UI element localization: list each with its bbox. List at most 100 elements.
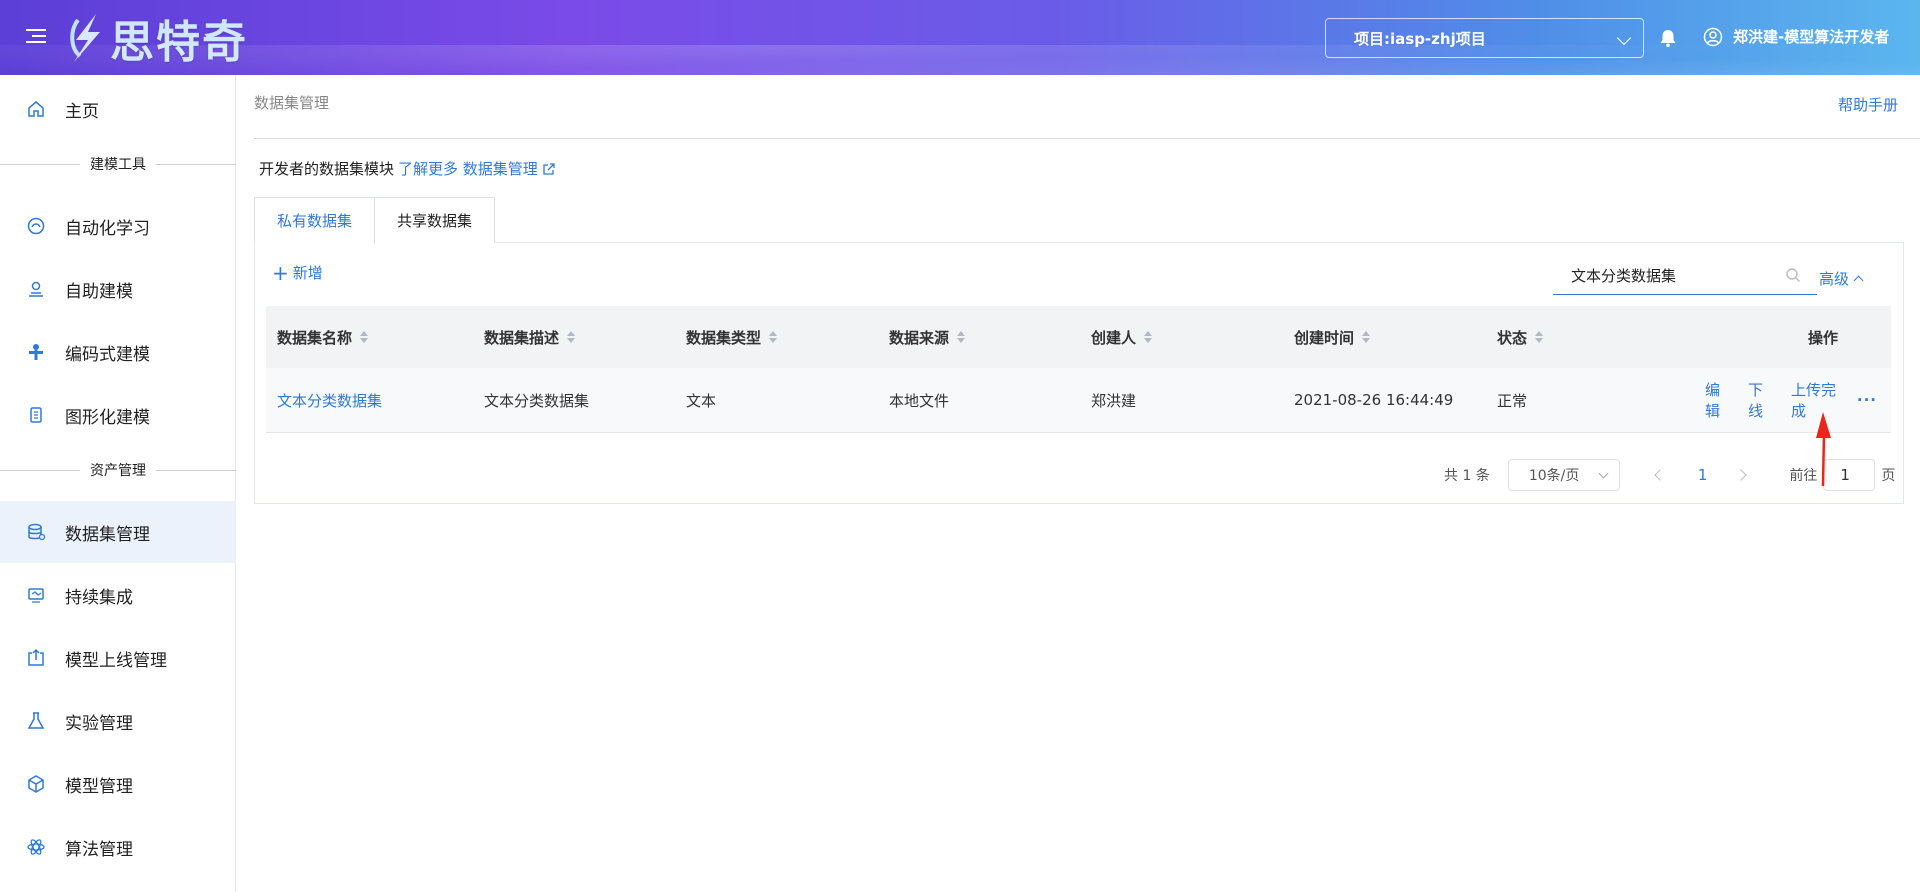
- current-page[interactable]: 1: [1698, 466, 1708, 484]
- dataset-tabs: 私有数据集 共享数据集: [254, 197, 496, 244]
- tab-shared-datasets[interactable]: 共享数据集: [375, 197, 496, 243]
- page-size-value: 10条/页: [1528, 468, 1580, 484]
- advanced-search-toggle[interactable]: 高级: [1819, 268, 1864, 289]
- column-label: 状态: [1497, 328, 1528, 347]
- menu-toggle-icon[interactable]: [26, 29, 46, 45]
- sort-icon[interactable]: [567, 331, 576, 343]
- column-header[interactable]: 状态: [1486, 327, 1689, 348]
- learn-more-label: 了解更多 数据集管理: [398, 160, 538, 178]
- sidebar-group-assets: 资产管理: [0, 460, 236, 480]
- more-actions-icon[interactable]: ···: [1857, 391, 1877, 409]
- column-label: 数据集描述: [484, 328, 560, 347]
- logo-mark-icon: [70, 14, 100, 62]
- graphic-modeling-icon: [26, 405, 46, 425]
- page-unit-label: 页: [1881, 468, 1896, 484]
- sidebar-item-label: 模型上线管理: [65, 650, 167, 671]
- prev-page-icon[interactable]: [1654, 469, 1666, 481]
- advanced-label: 高级: [1819, 270, 1850, 288]
- sort-icon[interactable]: [957, 331, 966, 343]
- next-page-icon[interactable]: [1735, 469, 1748, 481]
- sidebar-item-algorithm-management[interactable]: 算法管理: [0, 816, 236, 878]
- sort-icon[interactable]: [1362, 331, 1371, 343]
- sidebar-item-code-modeling[interactable]: 编码式建模: [0, 321, 236, 383]
- breadcrumb: 数据集管理: [254, 94, 330, 112]
- sidebar-item-auto-learning[interactable]: 自动化学习: [0, 195, 236, 257]
- sidebar-group-label: 建模工具: [90, 157, 146, 173]
- tab-private-datasets[interactable]: 私有数据集: [254, 197, 376, 244]
- column-header[interactable]: 创建时间: [1283, 327, 1486, 348]
- table-row: 文本分类数据集 文本分类数据集 文本 本地文件 郑洪建 2021-08-26 1…: [266, 368, 1891, 433]
- dataset-table: 数据集名称 数据集描述 数据集类型 数据来源 创建人 创建时间 状态 操作 文本…: [266, 306, 1891, 433]
- continuous-integration-icon: [26, 585, 46, 605]
- sidebar: 主页 建模工具 自动化学习 自助建模 编码式建模 图形化建模 资产管理 数据集管…: [0, 75, 236, 892]
- cell-source: 本地文件: [889, 391, 950, 410]
- column-header[interactable]: 数据集类型: [675, 327, 878, 348]
- sidebar-item-model-deployment[interactable]: 模型上线管理: [0, 627, 236, 689]
- sidebar-item-label: 自助建模: [65, 281, 133, 302]
- column-label: 创建时间: [1294, 328, 1355, 347]
- offline-button[interactable]: 下线: [1748, 379, 1775, 421]
- column-label: 创建人: [1091, 328, 1137, 347]
- plus-icon: +: [272, 260, 289, 285]
- divider: [254, 138, 1920, 139]
- intro-label: 开发者的数据集模块: [259, 160, 395, 178]
- cube-icon: [26, 774, 46, 794]
- cell-creator: 郑洪建: [1091, 391, 1137, 410]
- sidebar-item-label: 实验管理: [65, 713, 133, 734]
- cell-status: 正常: [1497, 391, 1528, 410]
- edit-button[interactable]: 编辑: [1705, 379, 1732, 421]
- sidebar-item-label: 自动化学习: [65, 218, 150, 239]
- search-icon[interactable]: [1785, 267, 1801, 283]
- project-select[interactable]: 项目:iasp-zhj项目: [1325, 18, 1644, 58]
- cell-name: 文本分类数据集: [266, 390, 473, 411]
- sidebar-item-experiment-management[interactable]: 实验管理: [0, 690, 236, 752]
- dataset-name-link[interactable]: 文本分类数据集: [277, 390, 382, 411]
- search-value: 文本分类数据集: [1571, 267, 1677, 285]
- column-header[interactable]: 创建人: [1080, 327, 1283, 348]
- sidebar-item-model-management[interactable]: 模型管理: [0, 753, 236, 815]
- sidebar-group-label: 资产管理: [90, 463, 146, 479]
- sort-icon[interactable]: [1535, 331, 1544, 343]
- cell-created-time: 2021-08-26 16:44:49: [1294, 391, 1454, 409]
- user-menu[interactable]: 郑洪建-模型算法开发者: [1703, 26, 1889, 47]
- sort-icon[interactable]: [360, 331, 369, 343]
- logo-text: 思特奇: [110, 17, 248, 68]
- column-header[interactable]: 数据集描述: [473, 327, 675, 348]
- intro-text: 开发者的数据集模块 了解更多 数据集管理: [259, 158, 556, 179]
- sidebar-item-home[interactable]: 主页: [0, 78, 236, 140]
- sort-icon[interactable]: [769, 331, 778, 343]
- help-manual-link[interactable]: 帮助手册: [1838, 94, 1898, 115]
- column-header[interactable]: 数据来源: [878, 327, 1080, 348]
- bell-icon[interactable]: [1658, 28, 1678, 48]
- column-label: 数据集名称: [277, 328, 353, 347]
- search-input[interactable]: 文本分类数据集: [1553, 257, 1817, 295]
- sort-icon[interactable]: [1144, 331, 1153, 343]
- chevron-down-icon: [1598, 468, 1609, 479]
- database-icon: [26, 522, 46, 542]
- sidebar-item-label: 数据集管理: [65, 524, 150, 545]
- chevron-up-icon: [1853, 275, 1864, 286]
- upload-box-icon: [26, 648, 46, 668]
- column-label: 操作: [1807, 328, 1838, 347]
- sidebar-item-self-modeling[interactable]: 自助建模: [0, 258, 236, 320]
- sidebar-item-label: 主页: [65, 101, 99, 122]
- add-dataset-button[interactable]: + 新增: [272, 262, 323, 283]
- external-link-icon: [543, 162, 555, 175]
- atom-icon: [26, 837, 46, 857]
- sidebar-group-modeling: 建模工具: [0, 154, 236, 174]
- sidebar-item-continuous-integration[interactable]: 持续集成: [0, 564, 236, 626]
- self-modeling-icon: [26, 279, 46, 299]
- top-header: 思特奇 项目:iasp-zhj项目 郑洪建-模型算法开发者: [0, 0, 1920, 75]
- flask-icon: [26, 711, 46, 731]
- column-header: 操作: [1689, 327, 1891, 348]
- sidebar-item-dataset-management[interactable]: 数据集管理: [0, 501, 236, 563]
- page-size-select[interactable]: 10条/页: [1507, 459, 1620, 491]
- user-name: 郑洪建-模型算法开发者: [1733, 28, 1890, 46]
- sidebar-item-graphic-modeling[interactable]: 图形化建模: [0, 384, 236, 446]
- pagination-total: 共 1 条: [1444, 468, 1490, 484]
- sidebar-item-label: 模型管理: [65, 776, 133, 797]
- learn-more-link[interactable]: 了解更多 数据集管理: [398, 158, 556, 179]
- column-header[interactable]: 数据集名称: [266, 327, 473, 348]
- logo: 思特奇: [66, 10, 248, 68]
- home-icon: [26, 99, 46, 119]
